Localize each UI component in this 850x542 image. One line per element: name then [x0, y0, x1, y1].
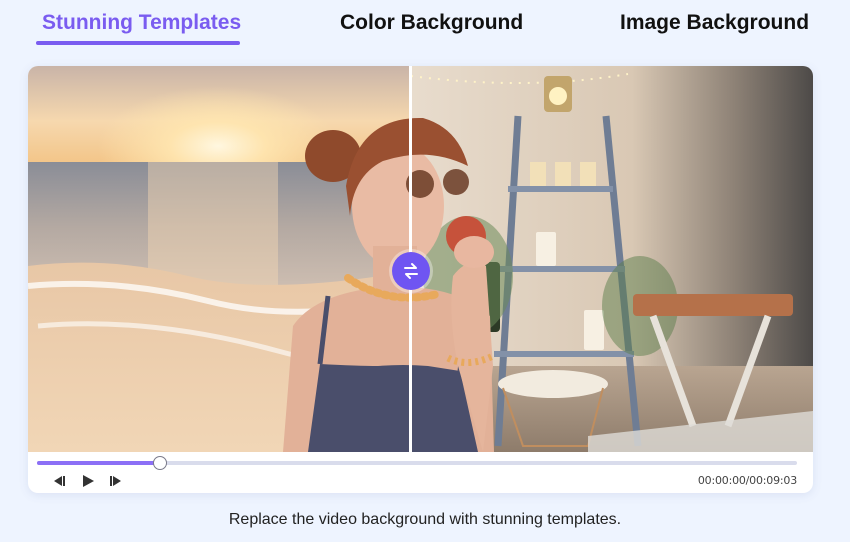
comparison-swap-handle[interactable] — [392, 252, 430, 290]
skip-forward-icon — [110, 476, 121, 486]
skip-back-icon — [54, 476, 65, 486]
progress-fill — [37, 461, 161, 465]
skip-back-button[interactable] — [50, 473, 68, 489]
tab-image-background[interactable]: Image Background — [620, 10, 809, 40]
tab-color-background[interactable]: Color Background — [340, 10, 523, 40]
time-display: 00:00:00/00:09:03 — [697, 474, 797, 487]
active-tab-underline — [36, 41, 240, 45]
progress-thumb[interactable] — [153, 456, 168, 470]
tab-stunning-templates[interactable]: Stunning Templates — [42, 10, 241, 40]
video-preview[interactable] — [28, 66, 813, 452]
player-controls: 00:00:00/00:09:03 — [28, 452, 813, 493]
background-tabs: Stunning Templates Color Background Imag… — [0, 0, 850, 50]
play-button[interactable] — [79, 473, 97, 489]
play-icon — [83, 475, 94, 487]
feature-caption: Replace the video background with stunni… — [228, 511, 622, 528]
progress-bar[interactable] — [37, 456, 797, 470]
skip-forward-button[interactable] — [107, 473, 125, 489]
swap-arrows-icon — [404, 263, 418, 279]
video-player: 00:00:00/00:09:03 — [28, 66, 813, 493]
